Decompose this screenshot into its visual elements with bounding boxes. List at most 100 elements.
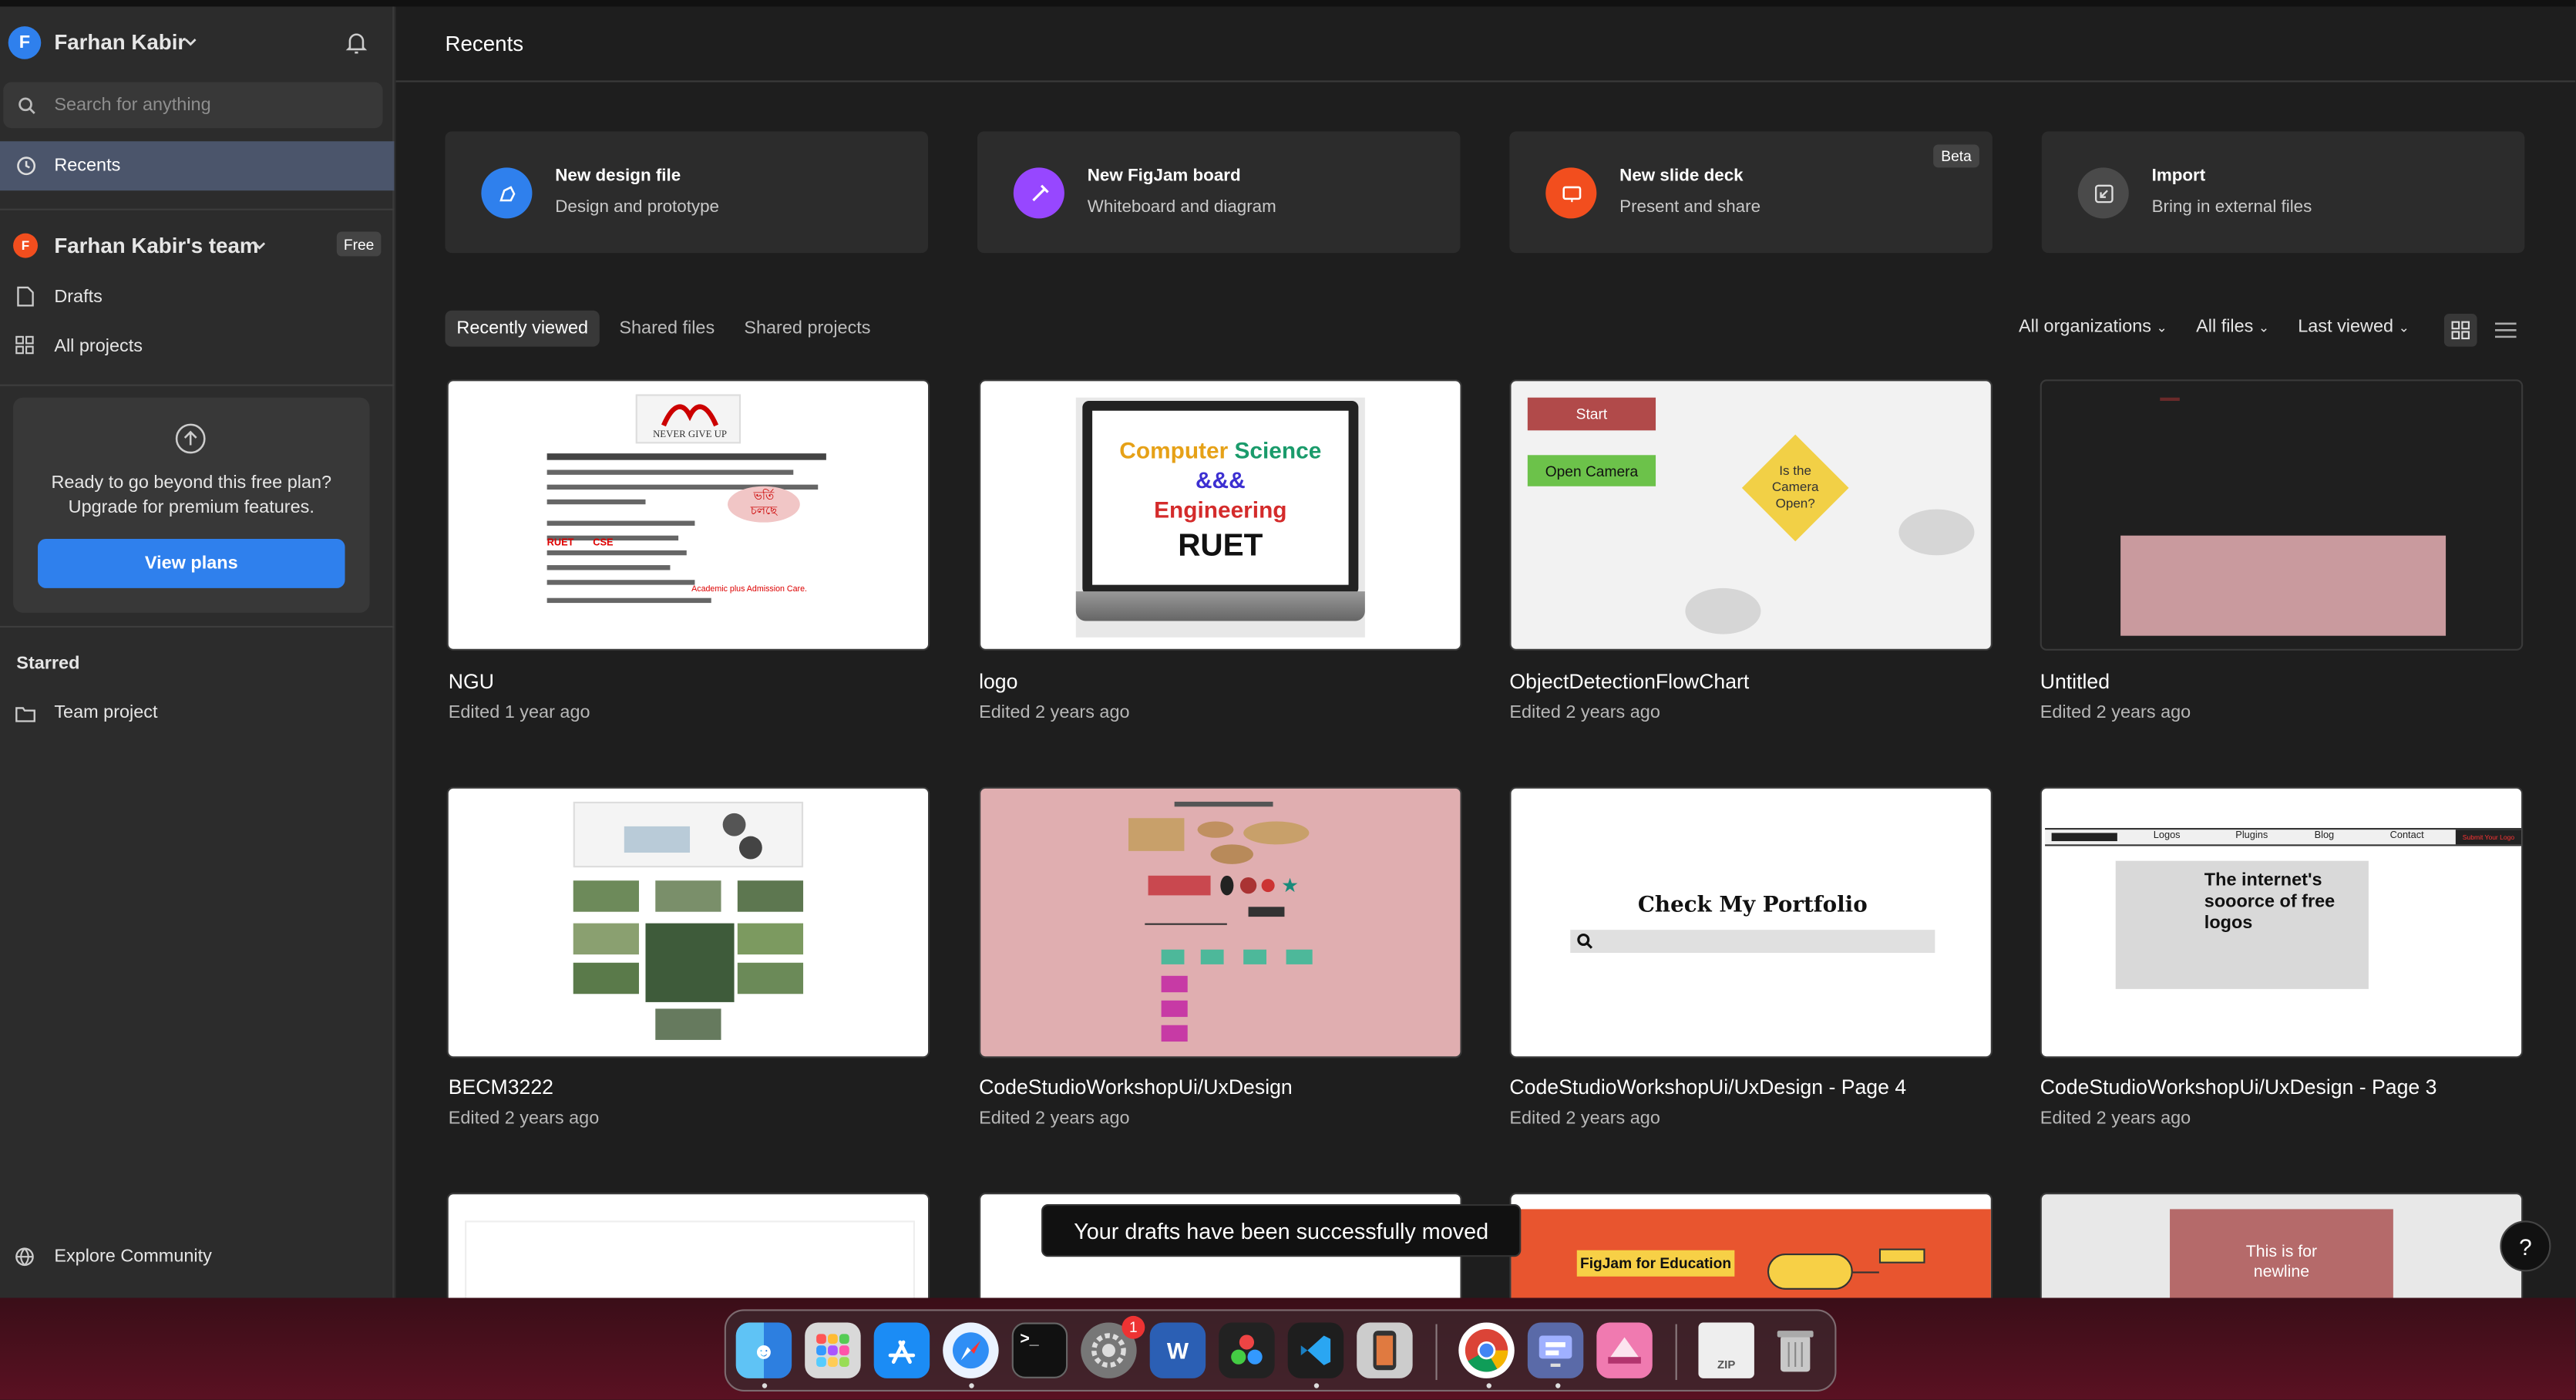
- sidebar-item-recents[interactable]: Recents: [0, 141, 395, 191]
- file-thumbnail-becm3222[interactable]: [446, 786, 930, 1058]
- davinci-resolve-icon[interactable]: [1219, 1322, 1275, 1378]
- starred-heading: Starred: [16, 654, 80, 674]
- file-edited: Edited 2 years ago: [979, 1109, 1130, 1129]
- filter-label: All organizations: [2018, 317, 2152, 337]
- chrome-icon[interactable]: [1458, 1322, 1515, 1378]
- file-name[interactable]: BECM3222: [449, 1076, 553, 1099]
- import-card[interactable]: Import Bring in external files: [2041, 131, 2525, 254]
- toast-notification: Your drafts have been successfully moved: [1041, 1204, 1522, 1257]
- list-view-icon[interactable]: [2494, 321, 2517, 341]
- ngu-academic-text: Academic plus Admission Care.: [691, 584, 807, 595]
- user-avatar[interactable]: F: [8, 26, 42, 59]
- team-name[interactable]: Farhan Kabir's team: [54, 234, 258, 258]
- file-thumbnail-row3-4[interactable]: This is for newline: [2040, 1193, 2524, 1298]
- file-thumbnail-untitled[interactable]: [2040, 379, 2524, 651]
- file-edited: Edited 2 years ago: [2040, 703, 2191, 723]
- file-thumbnail-codestudio[interactable]: ★: [979, 786, 1462, 1058]
- ngu-cse-text: CSE: [593, 538, 614, 549]
- word-icon[interactable]: W: [1149, 1322, 1206, 1378]
- search-placeholder: Search for anything: [54, 95, 211, 116]
- bell-icon[interactable]: [345, 29, 368, 56]
- sidebar-item-label: Recents: [54, 156, 121, 177]
- search-input[interactable]: Search for anything: [3, 82, 383, 129]
- file-thumbnail-row3-3[interactable]: FigJam for Education: [1509, 1193, 1993, 1298]
- card-title: Import: [2151, 166, 2206, 186]
- sidebar-item-drafts[interactable]: Drafts: [54, 288, 103, 308]
- file-name[interactable]: NGU: [449, 670, 494, 693]
- grid-view-button[interactable]: [2443, 314, 2477, 347]
- page3-navbar: Logos Plugins Blog Contact Submit Your L…: [2045, 828, 2522, 846]
- page-title: Recents: [445, 31, 524, 56]
- ngu-text-block: [546, 453, 843, 604]
- drafts-file-icon: [17, 286, 34, 307]
- file-name[interactable]: CodeStudioWorkshopUi/UxDesign - Page 4: [1509, 1076, 1906, 1099]
- file-edited: Edited 2 years ago: [448, 1109, 600, 1129]
- app-store-icon[interactable]: [873, 1322, 930, 1378]
- file-thumbnail-logo[interactable]: Computer Science &&& Engineering RUET: [979, 379, 1462, 651]
- figjam-education-label: FigJam for Education: [1576, 1250, 1735, 1277]
- tab-shared-projects[interactable]: Shared projects: [732, 311, 882, 347]
- file-thumbnail-page3[interactable]: Logos Plugins Blog Contact Submit Your L…: [2040, 786, 2524, 1058]
- trash-icon[interactable]: [1767, 1322, 1823, 1378]
- dock-separator: [1675, 1324, 1677, 1381]
- terminal-icon[interactable]: >_: [1011, 1322, 1068, 1378]
- chevron-down-icon[interactable]: [184, 38, 197, 48]
- creative-app-icon[interactable]: [1596, 1322, 1653, 1378]
- tab-recently-viewed[interactable]: Recently viewed: [445, 310, 600, 347]
- file-name[interactable]: CodeStudioWorkshopUi/UxDesign: [979, 1076, 1293, 1099]
- dock-separator: [1435, 1324, 1438, 1381]
- file-name[interactable]: logo: [979, 670, 1017, 693]
- new-figjam-board-card[interactable]: New FigJam board Whiteboard and diagram: [977, 131, 1461, 254]
- new-design-file-card[interactable]: New design file Design and prototype: [445, 131, 929, 254]
- running-indicator: [1486, 1383, 1491, 1388]
- main-content: Recents New design file Design and proto…: [395, 6, 2576, 1298]
- file-name[interactable]: CodeStudioWorkshopUi/UxDesign - Page 3: [2040, 1076, 2437, 1099]
- ngu-admission-badge: ভর্তি চলছে: [728, 486, 800, 523]
- file-thumbnail-row3-1[interactable]: [446, 1193, 930, 1298]
- chevron-down-icon[interactable]: [253, 241, 266, 251]
- divider: [0, 208, 395, 210]
- slide-deck-icon: [1545, 167, 1597, 219]
- zip-file-icon[interactable]: ZIP: [1698, 1322, 1754, 1378]
- view-plans-button[interactable]: View plans: [38, 538, 345, 588]
- upgrade-arrow-icon: [175, 423, 206, 454]
- safari-icon[interactable]: [943, 1322, 999, 1378]
- flow-start-node: Start: [1527, 397, 1656, 431]
- launchpad-icon[interactable]: [805, 1322, 861, 1378]
- file-thumbnail-page4[interactable]: Check My Portfolio: [1509, 786, 1993, 1058]
- user-name[interactable]: Farhan Kabir: [54, 29, 186, 54]
- upgrade-text-1: Ready to go beyond this free plan?: [51, 473, 332, 493]
- upgrade-panel: Ready to go beyond this free plan? Upgra…: [13, 397, 370, 613]
- finder-icon[interactable]: ☻: [735, 1322, 792, 1378]
- sort-dropdown[interactable]: Last viewed ⌄: [2298, 317, 2410, 337]
- sidebar-item-all-projects[interactable]: All projects: [54, 337, 143, 357]
- card-title: New design file: [555, 166, 681, 186]
- filter-files[interactable]: All files ⌄: [2196, 317, 2269, 337]
- new-slide-deck-card[interactable]: New slide deck Present and share Beta: [1509, 131, 1993, 254]
- search-icon: [1577, 933, 1593, 949]
- card-title: New FigJam board: [1087, 166, 1241, 186]
- file-thumbnail-ngu[interactable]: NEVER GIVE UP ভর্তি চলছে RUET CSE Academi…: [446, 379, 930, 651]
- file-edited: Edited 2 years ago: [1509, 703, 1660, 723]
- file-name[interactable]: ObjectDetectionFlowChart: [1509, 670, 1749, 693]
- globe-icon: [15, 1247, 34, 1267]
- design-file-icon: [481, 167, 533, 219]
- file-thumbnail-flowchart[interactable]: Start Open Camera Is the Camera Open?: [1509, 379, 1993, 651]
- page3-hero: The internet's sooorce of free logos: [2115, 860, 2369, 989]
- explore-community-link[interactable]: Explore Community: [54, 1247, 212, 1267]
- starred-item-team-project[interactable]: Team project: [54, 703, 157, 723]
- tab-shared-files[interactable]: Shared files: [607, 311, 726, 347]
- screens-app-icon[interactable]: [1527, 1322, 1584, 1378]
- beta-badge: Beta: [1933, 144, 1979, 168]
- vscode-icon[interactable]: [1287, 1322, 1344, 1378]
- help-button[interactable]: ?: [2500, 1220, 2551, 1272]
- filter-label: All files: [2196, 317, 2254, 337]
- file-name[interactable]: Untitled: [2040, 670, 2110, 693]
- laptop-image: Computer Science &&& Engineering RUET: [1075, 397, 1365, 638]
- team-avatar: F: [13, 233, 39, 258]
- running-indicator: [1555, 1383, 1561, 1388]
- filter-organizations[interactable]: All organizations ⌄: [2019, 317, 2167, 337]
- iphone-mirroring-icon[interactable]: [1357, 1322, 1413, 1378]
- grid-icon: [15, 335, 34, 355]
- file-edited: Edited 2 years ago: [979, 703, 1130, 723]
